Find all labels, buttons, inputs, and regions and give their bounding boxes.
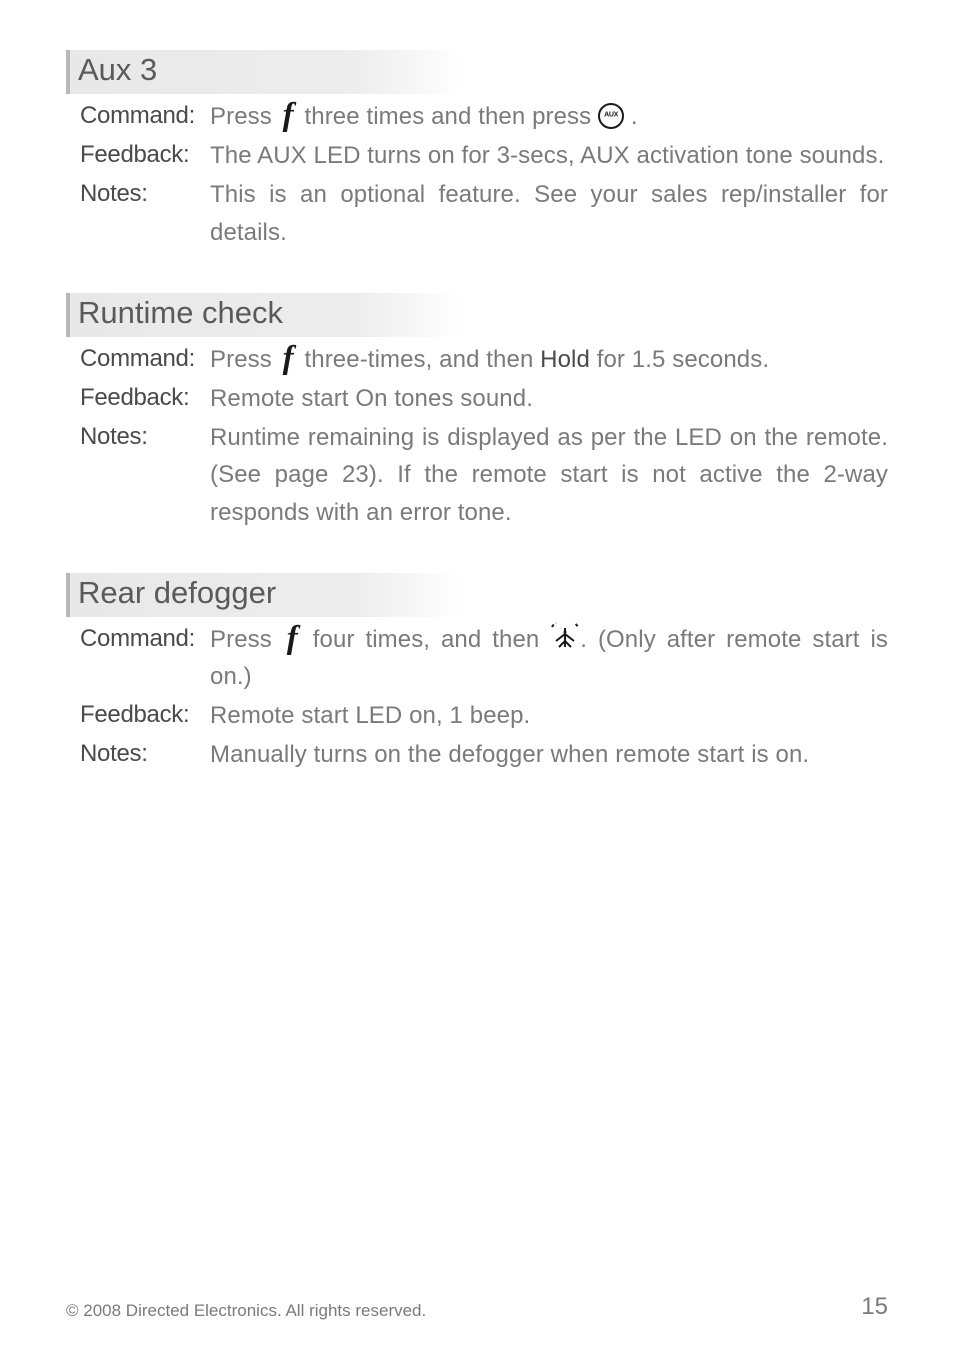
value-feedback: The AUX LED turns on for 3-secs, AUX act… bbox=[210, 137, 888, 174]
label-notes: Notes: bbox=[80, 176, 210, 208]
content-defogger: Command: Press f four times, and then . … bbox=[66, 621, 888, 774]
label-text: Feedback bbox=[80, 141, 183, 168]
row-command: Command: Press f three-times, and then H… bbox=[80, 341, 888, 378]
label-command: Command: bbox=[80, 98, 210, 130]
label-feedback: Feedback: bbox=[80, 380, 210, 412]
f-function-icon: f bbox=[279, 345, 298, 371]
label-text: Notes bbox=[80, 180, 141, 207]
text-part: for 1.5 seconds. bbox=[597, 346, 769, 373]
section-heading-defogger: Rear defogger bbox=[66, 573, 888, 617]
aux-button-icon bbox=[598, 103, 624, 129]
row-notes: Notes: This is an optional feature. See … bbox=[80, 176, 888, 250]
text-part: Press bbox=[210, 103, 279, 130]
value-feedback: Remote start LED on, 1 beep. bbox=[210, 697, 888, 734]
row-command: Command: Press f three times and then pr… bbox=[80, 98, 888, 135]
row-notes: Notes: Manually turns on the defogger wh… bbox=[80, 736, 888, 773]
text-part: . bbox=[631, 103, 638, 130]
label-text: Notes bbox=[80, 423, 141, 450]
row-feedback: Feedback: Remote start LED on, 1 beep. bbox=[80, 697, 888, 734]
value-notes: This is an optional feature. See your sa… bbox=[210, 176, 888, 250]
label-feedback: Feedback: bbox=[80, 137, 210, 169]
f-function-icon: f bbox=[283, 625, 302, 651]
label-notes: Notes: bbox=[80, 419, 210, 451]
value-notes: Manually turns on the defogger when remo… bbox=[210, 736, 888, 773]
section-heading-aux3: Aux 3 bbox=[66, 50, 888, 94]
value-command: Press f three-times, and then Hold for 1… bbox=[210, 341, 888, 378]
text-part: four times, and then bbox=[313, 626, 550, 653]
footer: © 2008 Directed Electronics. All rights … bbox=[66, 1293, 888, 1321]
row-notes: Notes: Runtime remaining is displayed as… bbox=[80, 419, 888, 531]
row-feedback: Feedback: Remote start On tones sound. bbox=[80, 380, 888, 417]
label-command: Command: bbox=[80, 621, 210, 653]
text-part: three times and then press bbox=[305, 103, 599, 130]
defogger-icon bbox=[550, 623, 580, 649]
section-heading-runtime: Runtime check bbox=[66, 293, 888, 337]
row-feedback: Feedback: The AUX LED turns on for 3-sec… bbox=[80, 137, 888, 174]
value-command: Press f three times and then press . bbox=[210, 98, 888, 135]
label-text: Command bbox=[80, 625, 189, 652]
text-part: Press bbox=[210, 626, 283, 653]
content-aux3: Command: Press f three times and then pr… bbox=[66, 98, 888, 251]
row-command: Command: Press f four times, and then . … bbox=[80, 621, 888, 695]
value-command: Press f four times, and then . (Only aft… bbox=[210, 621, 888, 695]
text-part: three-times, and then bbox=[305, 346, 541, 373]
label-notes: Notes: bbox=[80, 736, 210, 768]
content-runtime: Command: Press f three-times, and then H… bbox=[66, 341, 888, 531]
value-feedback: Remote start On tones sound. bbox=[210, 380, 888, 417]
copyright-text: © 2008 Directed Electronics. All rights … bbox=[66, 1301, 426, 1321]
label-text: Command bbox=[80, 345, 189, 372]
label-text: Feedback bbox=[80, 384, 183, 411]
label-feedback: Feedback: bbox=[80, 697, 210, 729]
text-part: Press bbox=[210, 346, 279, 373]
f-function-icon: f bbox=[279, 102, 298, 128]
label-command: Command: bbox=[80, 341, 210, 373]
value-notes: Runtime remaining is displayed as per th… bbox=[210, 419, 888, 531]
page-number: 15 bbox=[861, 1293, 888, 1321]
bold-text: Hold bbox=[540, 346, 590, 373]
label-text: Feedback bbox=[80, 701, 183, 728]
label-text: Notes bbox=[80, 740, 141, 767]
label-text: Command bbox=[80, 102, 189, 129]
